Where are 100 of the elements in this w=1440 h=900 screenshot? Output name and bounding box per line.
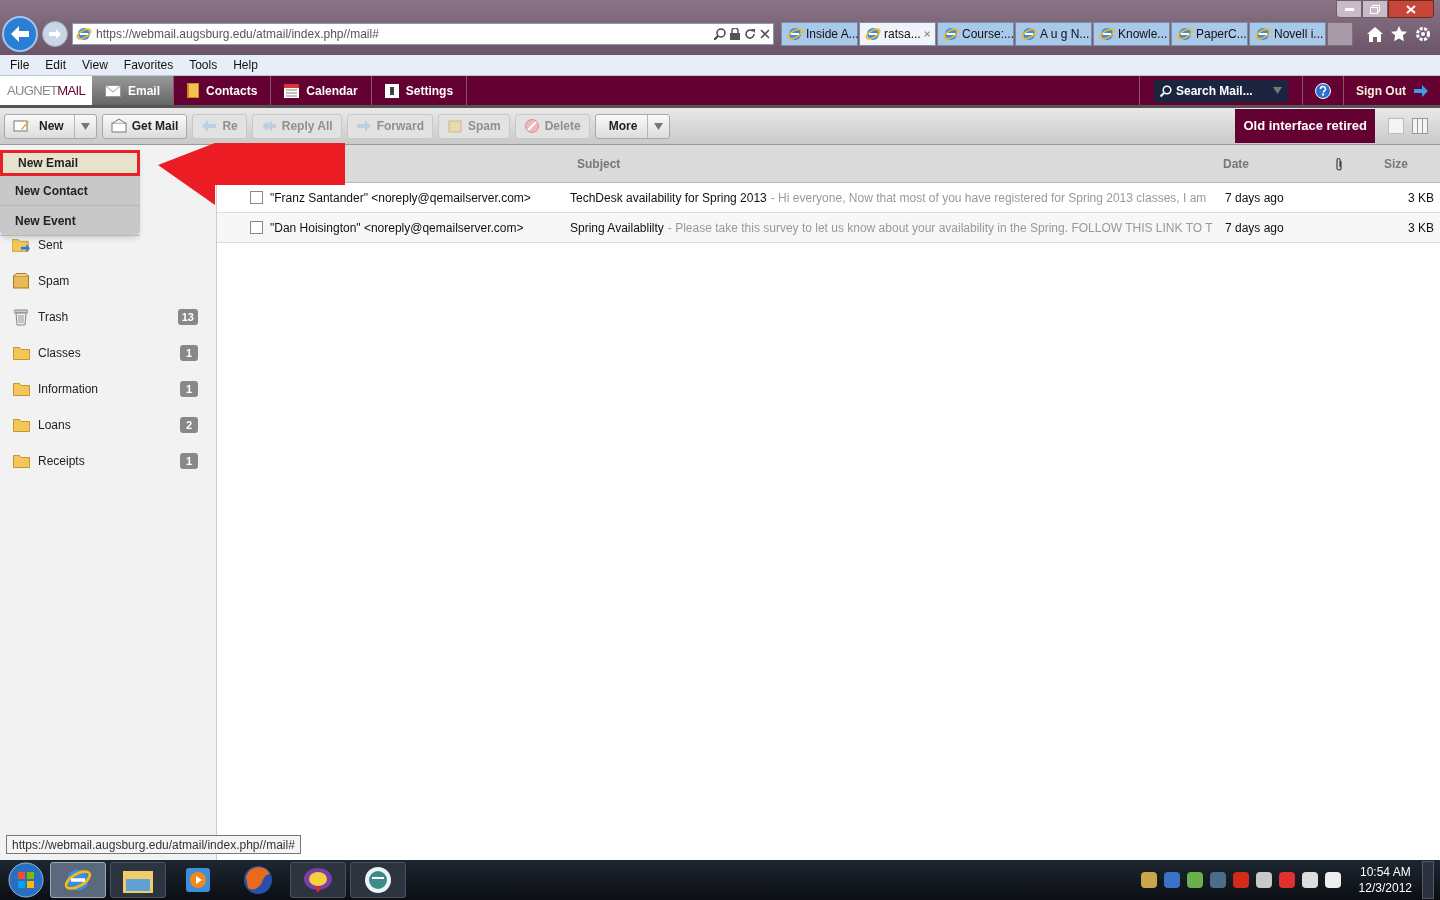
email-date: 7 days ago	[1224, 219, 1285, 237]
menu-item[interactable]: Tools	[181, 56, 226, 74]
menu-item[interactable]: Edit	[37, 56, 75, 74]
nav-tab[interactable]: Contacts	[174, 76, 272, 105]
menu-item[interactable]: New Event	[0, 206, 140, 236]
gear-icon[interactable]	[1415, 26, 1431, 42]
play-icon	[186, 868, 210, 892]
folder-icon	[12, 346, 30, 360]
taskbar-app[interactable]	[350, 862, 406, 898]
browser-icon	[1177, 26, 1193, 42]
unread-count: 1	[180, 453, 198, 469]
row-checkbox[interactable]	[250, 221, 263, 234]
browser-icon	[1099, 26, 1115, 42]
star-icon[interactable]	[1391, 26, 1407, 42]
calendar-icon	[284, 83, 300, 98]
help-icon[interactable]	[1315, 82, 1331, 99]
spam-box-icon	[13, 273, 29, 289]
sender: "Dan Hoisington" <noreply@qemailserver.com>	[269, 219, 525, 237]
envelope-icon	[105, 84, 121, 97]
taskbar-app[interactable]	[110, 862, 166, 898]
globe-icon	[364, 866, 392, 894]
start-button[interactable]	[6, 861, 46, 899]
box-icon	[446, 118, 463, 134]
mail-icon	[110, 118, 127, 134]
email-preview: - Please take this survey to let us know about your availability in the Spring. FOLLOW THIS LINK TO T	[667, 219, 1213, 237]
forward-button[interactable]	[42, 21, 68, 47]
tray-icon[interactable]	[1186, 872, 1203, 888]
folder-item[interactable]: Trash 13	[12, 299, 198, 335]
close-icon[interactable]	[760, 29, 770, 39]
menu-item[interactable]: Help	[225, 56, 266, 74]
notice-banner: Old interface retired	[1235, 109, 1375, 143]
browser-icon	[865, 26, 881, 42]
email-date: 7 days ago	[1224, 189, 1285, 207]
menu-item[interactable]: New Contact	[0, 176, 140, 206]
menu-item[interactable]: Favorites	[115, 56, 182, 74]
sender: "Franz Santander" <noreply@qemailserver.com>	[269, 189, 532, 207]
search-field[interactable]: Search Mail...	[1154, 79, 1288, 102]
caret-icon	[1273, 86, 1282, 94]
columns-icon[interactable]	[1412, 118, 1428, 134]
close-button[interactable]	[1388, 0, 1434, 18]
clock[interactable]: 10:54 AM 12/3/2012	[1352, 864, 1418, 896]
sent-folder-icon	[12, 237, 30, 253]
browser-tab[interactable]: PaperC...	[1171, 22, 1248, 46]
address-bar[interactable]: https://webmail.augsburg.edu/atmail/index.php//mail#	[72, 23, 774, 45]
search-icon[interactable]	[714, 28, 726, 40]
unread-count: 2	[180, 417, 198, 433]
minimize-icon	[1344, 7, 1354, 11]
compose-icon	[13, 118, 29, 134]
nav-tab[interactable]: Email	[92, 76, 174, 105]
browser-icon	[943, 26, 959, 42]
folder-item[interactable]: Spam	[12, 263, 198, 299]
refresh-icon[interactable]	[744, 28, 756, 40]
folder-item[interactable]: Information 1	[12, 371, 198, 407]
minimize-button[interactable]	[1336, 0, 1362, 18]
unread-count: 1	[180, 345, 198, 361]
speech-bubble-icon	[303, 867, 333, 893]
close-icon	[1406, 4, 1416, 14]
tray-icon[interactable]	[1140, 872, 1157, 888]
left-arrow-icon	[201, 118, 218, 134]
toolbar-button[interactable]: Get Mail	[101, 113, 188, 139]
caret-icon	[80, 122, 90, 130]
tray-icon[interactable]	[1324, 872, 1341, 888]
back-button[interactable]	[2, 16, 38, 52]
book-icon	[187, 83, 199, 98]
browser-tab[interactable]: Inside A...	[781, 22, 858, 46]
email-row[interactable]: "Dan Hoisington" <noreply@qemailserver.com> Spring Availablilty - Please take this survey to let us know about your availability in the Spring. FOLLOW THIS LINK TO T 7 days ago 3 KB	[217, 213, 1440, 243]
nav-tab[interactable]: Calendar	[271, 76, 372, 105]
menu-item[interactable]: File	[2, 56, 38, 74]
folder-icon	[12, 382, 30, 396]
lock-icon[interactable]	[730, 28, 740, 40]
trash-icon	[14, 308, 28, 326]
right-arrow-icon	[355, 118, 372, 134]
tray-icon[interactable]	[1301, 872, 1318, 888]
folder-item[interactable]: Receipts 1	[12, 443, 198, 479]
browser-tab[interactable]: ratsa...	[859, 22, 936, 46]
folder-item[interactable]: Loans 2	[12, 407, 198, 443]
browser-tab[interactable]: Knowle...	[1093, 22, 1170, 46]
sign-out-button[interactable]: Sign Out	[1343, 76, 1440, 105]
browser-tab[interactable]: Course:...	[937, 22, 1014, 46]
right-arrow-icon	[1414, 84, 1428, 97]
taskbar-app[interactable]	[290, 862, 346, 898]
unread-count: 1	[180, 381, 198, 397]
home-icon[interactable]	[1367, 26, 1383, 42]
split-button[interactable]: More	[594, 113, 671, 139]
close-tab-icon[interactable]	[923, 30, 930, 38]
tray-icon[interactable]	[1255, 872, 1272, 888]
email-size: 3 KB	[1407, 219, 1435, 237]
browser-icon	[1255, 26, 1271, 42]
nav-tab[interactable]: Settings	[371, 76, 468, 105]
paperclip-icon[interactable]	[1335, 156, 1343, 171]
restore-button[interactable]	[1362, 0, 1388, 18]
row-checkbox[interactable]	[250, 191, 263, 204]
folder-item[interactable]: Classes 1	[12, 335, 198, 371]
double-left-arrow-icon	[260, 118, 277, 134]
menu-item[interactable]: View	[74, 56, 116, 74]
left-arrow-icon	[11, 26, 29, 42]
browser-tab[interactable]: Novell i...	[1249, 22, 1326, 46]
menu-item[interactable]: New Email	[0, 150, 140, 176]
browser-tab[interactable]: A u g N...	[1015, 22, 1092, 46]
split-button[interactable]: New	[4, 113, 97, 139]
